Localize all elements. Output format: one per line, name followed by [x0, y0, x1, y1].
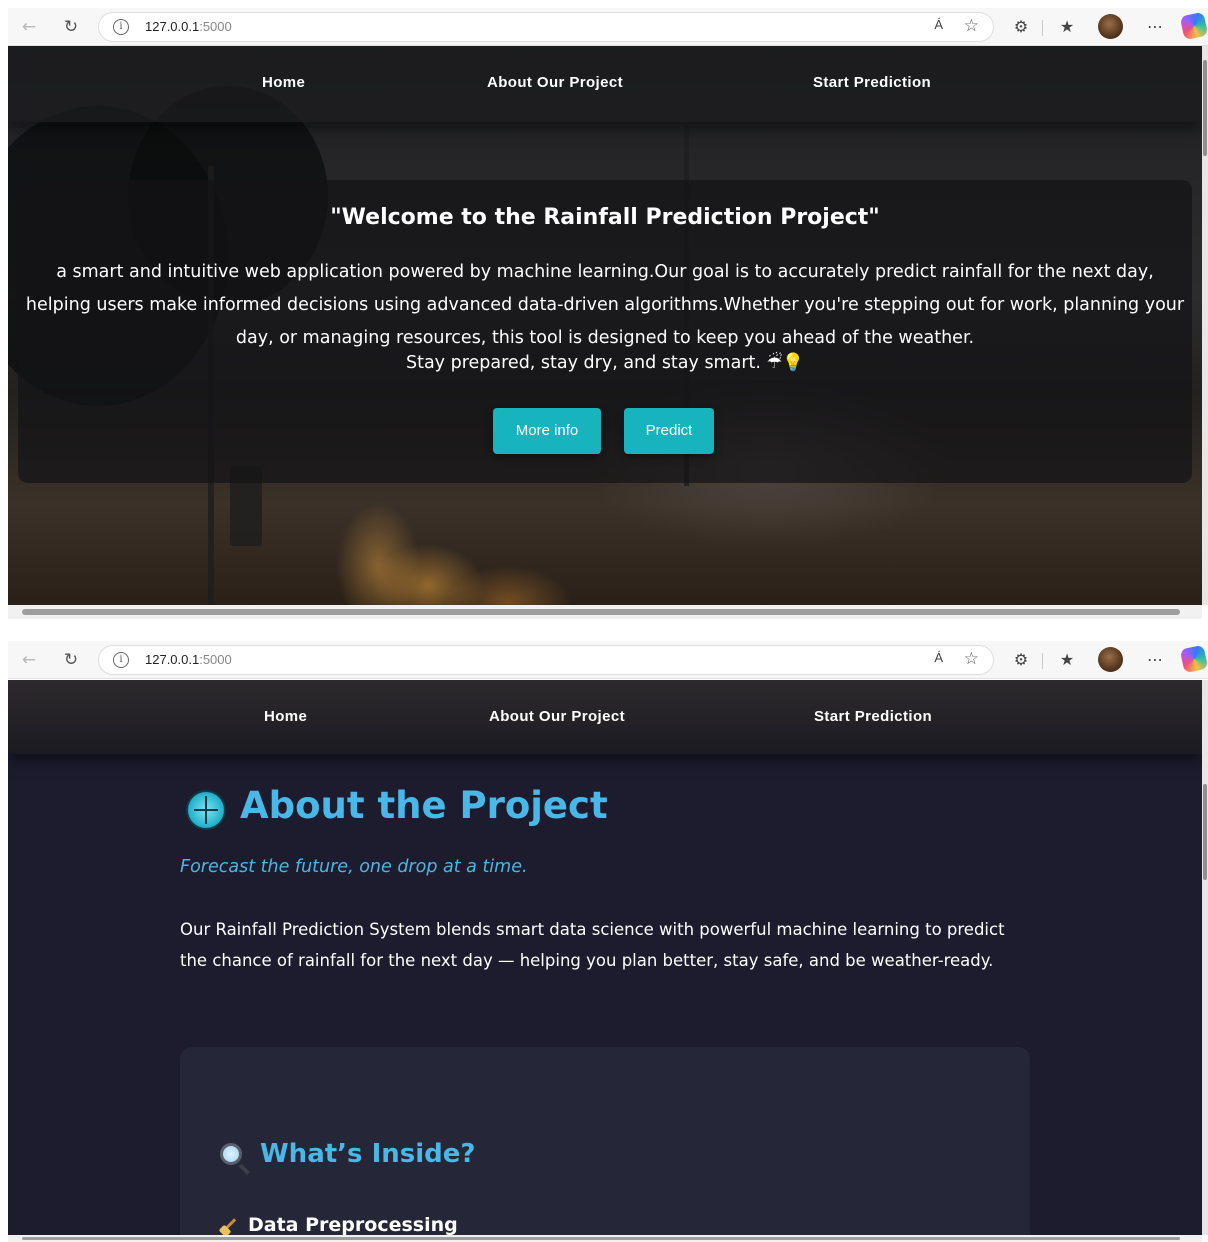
main-navbar: Home About Our Project Start Prediction	[8, 680, 1202, 754]
back-arrow-icon[interactable]: ←	[18, 16, 40, 38]
address-bar[interactable]: i 127.0.0.1:5000 Á ☆	[98, 12, 994, 42]
horizontal-scrollbar[interactable]	[8, 1235, 1202, 1242]
horizontal-scrollbar-thumb[interactable]	[22, 1237, 1180, 1240]
toolbar-separator	[1042, 20, 1043, 36]
profile-avatar[interactable]	[1098, 647, 1123, 672]
read-aloud-icon[interactable]: Á	[934, 650, 943, 665]
vertical-scrollbar[interactable]	[1202, 680, 1208, 1235]
about-tagline: Forecast the future, one drop at a time.	[180, 857, 528, 877]
profile-avatar[interactable]	[1098, 14, 1123, 39]
copilot-icon[interactable]	[1179, 644, 1208, 674]
predict-button[interactable]: Predict	[624, 408, 714, 454]
favorites-list-icon[interactable]: ★	[1056, 649, 1078, 671]
read-aloud-icon[interactable]: Á	[934, 17, 943, 32]
url-host: 127.0.0.1	[145, 19, 200, 34]
site-info-icon[interactable]: i	[113, 652, 129, 668]
whats-inside-title: What’s Inside?	[260, 1139, 476, 1169]
nav-about-link[interactable]: About Our Project	[487, 74, 623, 91]
magnifying-glass-icon	[220, 1143, 242, 1165]
vertical-scrollbar-thumb[interactable]	[1203, 60, 1207, 156]
reload-icon[interactable]: ↻	[60, 16, 82, 38]
address-url: 127.0.0.1:5000	[145, 652, 232, 667]
url-port: :5000	[199, 652, 232, 667]
url-host: 127.0.0.1	[145, 652, 200, 667]
browser-toolbar: ← ↻ i 127.0.0.1:5000 Á ☆ ⚙ ★ ⋯	[8, 641, 1208, 679]
hero-title: "Welcome to the Rainfall Prediction Proj…	[330, 205, 880, 230]
nav-home-link[interactable]: Home	[262, 74, 305, 91]
data-preprocessing-heading: Data Preprocessing	[248, 1214, 458, 1235]
address-bar[interactable]: i 127.0.0.1:5000 Á ☆	[98, 645, 994, 675]
more-options-icon[interactable]: ⋯	[1144, 649, 1166, 671]
extensions-icon[interactable]: ⚙	[1010, 649, 1032, 671]
nav-home-link[interactable]: Home	[264, 708, 307, 725]
about-description: Our Rainfall Prediction System blends sm…	[180, 920, 1005, 970]
browser-toolbar: ← ↻ i 127.0.0.1:5000 Á ☆ ⚙ ★ ⋯	[8, 8, 1208, 46]
nav-about-link[interactable]: About Our Project	[489, 708, 625, 725]
address-url: 127.0.0.1:5000	[145, 19, 232, 34]
copilot-icon[interactable]	[1179, 11, 1208, 41]
favorites-list-icon[interactable]: ★	[1056, 16, 1078, 38]
whats-inside-card: What’s Inside? Data Preprocessing	[180, 1047, 1030, 1235]
vertical-scrollbar[interactable]	[1202, 46, 1208, 605]
browser-window-home: ← ↻ i 127.0.0.1:5000 Á ☆ ⚙ ★ ⋯ Home Abo…	[0, 0, 1208, 624]
reload-icon[interactable]: ↻	[60, 649, 82, 671]
hero-stay-line: Stay prepared, stay dry, and stay smart.…	[405, 353, 804, 373]
favorite-star-icon[interactable]: ☆	[964, 649, 979, 669]
page-viewport: Home About Our Project Start Prediction …	[8, 46, 1202, 605]
main-navbar: Home About Our Project Start Prediction	[8, 46, 1202, 122]
nav-start-prediction-link[interactable]: Start Prediction	[813, 74, 931, 91]
hero-card: "Welcome to the Rainfall Prediction Proj…	[18, 180, 1192, 483]
broom-icon	[220, 1217, 240, 1235]
url-port: :5000	[199, 19, 232, 34]
globe-icon	[186, 790, 226, 830]
toolbar-separator	[1042, 653, 1043, 669]
horizontal-scrollbar-thumb[interactable]	[22, 609, 1180, 615]
more-options-icon[interactable]: ⋯	[1144, 16, 1166, 38]
extensions-icon[interactable]: ⚙	[1010, 16, 1032, 38]
vertical-scrollbar-thumb[interactable]	[1203, 784, 1207, 880]
favorite-star-icon[interactable]: ☆	[964, 16, 979, 36]
hero-description: a smart and intuitive web application po…	[25, 262, 1185, 348]
page-viewport: Home About Our Project Start Prediction …	[8, 680, 1202, 1235]
back-arrow-icon[interactable]: ←	[18, 649, 40, 671]
about-title: About the Project	[240, 784, 608, 827]
site-info-icon[interactable]: i	[113, 19, 129, 35]
browser-window-about: ← ↻ i 127.0.0.1:5000 Á ☆ ⚙ ★ ⋯ Home Abo…	[0, 633, 1208, 1242]
more-info-button[interactable]: More info	[493, 408, 601, 454]
nav-start-prediction-link[interactable]: Start Prediction	[814, 708, 932, 725]
horizontal-scrollbar[interactable]	[8, 605, 1202, 619]
